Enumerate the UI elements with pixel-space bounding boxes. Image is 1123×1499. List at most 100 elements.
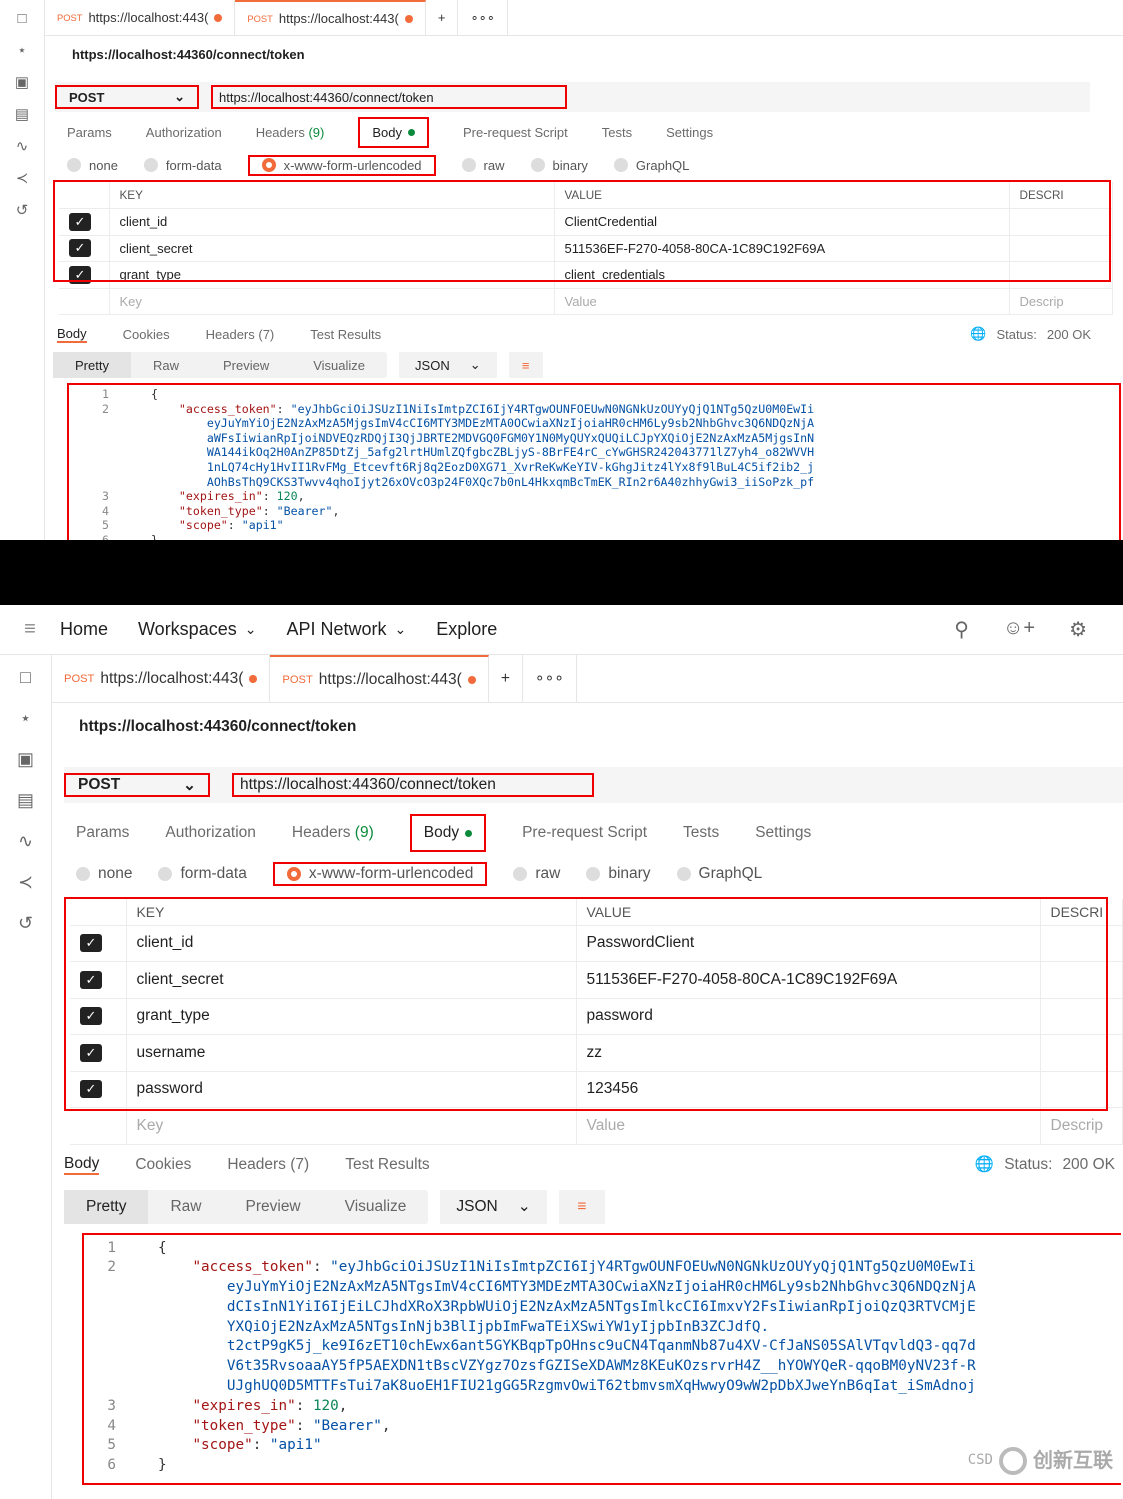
radio-circle[interactable] (586, 867, 600, 881)
tab-body[interactable]: Body (358, 117, 429, 148)
tab-pre-request-script[interactable]: Pre-request Script (522, 824, 647, 842)
tab-authorization[interactable]: Authorization (165, 824, 255, 842)
radio-binary[interactable]: binary (586, 865, 650, 883)
param-value[interactable]: PasswordClient (576, 925, 1040, 962)
param-value[interactable]: ClientCredential (554, 209, 1009, 236)
mock-servers-icon[interactable]: ▤ (17, 790, 34, 811)
param-key[interactable]: grant_type (109, 262, 554, 289)
new-tab-button[interactable]: + (426, 0, 459, 35)
request-tab[interactable]: POSThttps://localhost:443( (270, 655, 488, 702)
param-value[interactable]: 511536EF-F270-4058-80CA-1C89C192F69A (576, 962, 1040, 999)
radio-form-data[interactable]: form-data (144, 158, 222, 173)
checkbox-checked[interactable]: ✓ (80, 971, 102, 989)
chevron-down-icon[interactable]: ⌄ (394, 621, 406, 638)
resp-tab-cookies[interactable]: Cookies (135, 1156, 191, 1174)
param-key[interactable]: client_secret (126, 962, 576, 999)
tab-settings[interactable]: Settings (666, 125, 713, 140)
view-visualize[interactable]: Visualize (323, 1190, 429, 1224)
radio-circle[interactable] (76, 867, 90, 881)
radio-circle[interactable] (262, 158, 276, 172)
url-input[interactable]: https://localhost:44360/connect/token (211, 85, 567, 109)
param-description[interactable] (1009, 262, 1113, 289)
collections-icon[interactable]: □ (20, 667, 31, 688)
format-select[interactable]: JSON⌄ (440, 1190, 546, 1224)
radio-GraphQL[interactable]: GraphQL (614, 158, 689, 173)
status-value[interactable]: 200 OK (1047, 327, 1091, 342)
radio-raw[interactable]: raw (462, 158, 505, 173)
tab-headers[interactable]: Headers (9) (292, 824, 374, 842)
nav-item[interactable]: API Network (286, 619, 386, 640)
radio-x-www-form-urlencoded[interactable]: x-www-form-urlencoded (248, 155, 436, 176)
nav-item[interactable]: Home (60, 619, 108, 640)
tab-body[interactable]: Body (410, 814, 486, 852)
param-key[interactable]: password (126, 1071, 576, 1108)
param-description[interactable] (1009, 209, 1113, 236)
radio-circle[interactable] (158, 867, 172, 881)
param-value[interactable]: 123456 (576, 1071, 1040, 1108)
resp-tab-test-results[interactable]: Test Results (345, 1156, 429, 1174)
history-icon[interactable]: ↺ (18, 913, 33, 934)
apis-icon[interactable]: ⋆ (17, 41, 26, 59)
mock-servers-icon[interactable]: ▤ (15, 105, 29, 123)
tab-params[interactable]: Params (76, 824, 129, 842)
resp-tab-test-results[interactable]: Test Results (310, 327, 381, 342)
response-body[interactable]: 1{2 "access_token": "eyJhbGciOiJSUzI1NiI… (82, 1233, 1121, 1485)
radio-circle[interactable] (513, 867, 527, 881)
chevron-down-icon[interactable]: ⌄ (245, 621, 257, 638)
radio-circle[interactable] (144, 158, 158, 172)
resp-tab-body[interactable]: Body (64, 1155, 99, 1175)
tab-tests[interactable]: Tests (602, 125, 632, 140)
param-key[interactable]: client_secret (109, 235, 554, 262)
view-pretty[interactable]: Pretty (53, 352, 131, 378)
radio-raw[interactable]: raw (513, 865, 560, 883)
view-preview[interactable]: Preview (224, 1190, 323, 1224)
radio-form-data[interactable]: form-data (158, 865, 246, 883)
more-tabs-icon[interactable]: ∘∘∘ (458, 0, 507, 35)
radio-none[interactable]: none (76, 865, 132, 883)
flows-icon[interactable]: ≺ (16, 169, 29, 187)
nav-item[interactable]: Explore (436, 619, 497, 640)
more-tabs-icon[interactable]: ∘∘∘ (523, 655, 577, 702)
invite-user-icon[interactable]: ☺+ (1003, 617, 1035, 642)
resp-tab-body[interactable]: Body (57, 326, 87, 343)
param-description[interactable] (1040, 925, 1123, 962)
param-key[interactable]: client_id (126, 925, 576, 962)
param-value[interactable]: zz (576, 1035, 1040, 1072)
tab-pre-request-script[interactable]: Pre-request Script (463, 125, 568, 140)
environments-icon[interactable]: ▣ (17, 749, 34, 770)
description-placeholder[interactable]: Descrip (1040, 1108, 1123, 1145)
view-pretty[interactable]: Pretty (64, 1190, 148, 1224)
radio-circle[interactable] (462, 158, 476, 172)
new-tab-button[interactable]: + (489, 655, 523, 702)
param-value[interactable]: 511536EF-F270-4058-80CA-1C89C192F69A (554, 235, 1009, 262)
view-preview[interactable]: Preview (201, 352, 291, 378)
method-select[interactable]: POST⌄ (64, 773, 210, 797)
monitors-icon[interactable]: ∿ (16, 137, 29, 155)
radio-circle[interactable] (614, 158, 628, 172)
radio-binary[interactable]: binary (531, 158, 588, 173)
param-description[interactable] (1040, 1071, 1123, 1108)
tab-tests[interactable]: Tests (683, 824, 719, 842)
search-icon[interactable]: ⚲ (954, 617, 969, 642)
radio-none[interactable]: none (67, 158, 118, 173)
radio-circle[interactable] (287, 867, 301, 881)
url-input[interactable]: https://localhost:44360/connect/token (232, 773, 594, 797)
tab-settings[interactable]: Settings (755, 824, 811, 842)
wrap-lines-button[interactable]: ≡ (509, 352, 543, 378)
monitors-icon[interactable]: ∿ (18, 831, 33, 852)
radio-circle[interactable] (531, 158, 545, 172)
history-icon[interactable]: ↺ (16, 201, 29, 219)
param-key[interactable]: username (126, 1035, 576, 1072)
checkbox-checked[interactable]: ✓ (69, 213, 91, 231)
flows-icon[interactable]: ≺ (18, 872, 33, 893)
key-placeholder[interactable]: Key (126, 1108, 576, 1145)
method-select[interactable]: POST⌄ (55, 85, 199, 109)
key-placeholder[interactable]: Key (109, 288, 554, 315)
checkbox-checked[interactable]: ✓ (69, 266, 91, 284)
resp-tab-cookies[interactable]: Cookies (123, 327, 170, 342)
radio-circle[interactable] (67, 158, 81, 172)
checkbox-checked[interactable]: ✓ (69, 239, 91, 257)
checkbox-checked[interactable]: ✓ (80, 1044, 102, 1062)
param-key[interactable]: client_id (109, 209, 554, 236)
description-placeholder[interactable]: Descrip (1009, 288, 1113, 315)
